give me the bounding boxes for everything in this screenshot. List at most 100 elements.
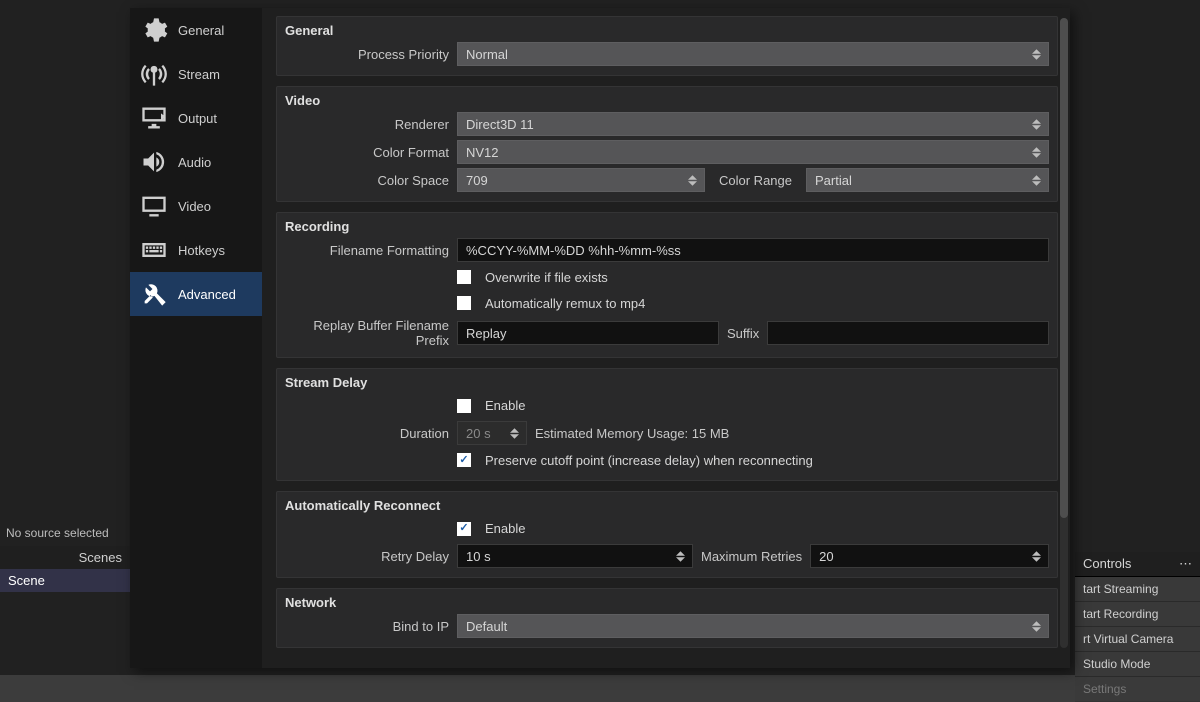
color-format-combo[interactable]: NV12	[457, 140, 1049, 164]
renderer-label: Renderer	[285, 117, 457, 132]
sidebar-item-general[interactable]: General	[130, 8, 262, 52]
max-retries-spinbox[interactable]: 20	[810, 544, 1049, 568]
monitor-icon	[140, 192, 168, 220]
sidebar-label: Hotkeys	[178, 243, 225, 258]
group-auto-reconnect: Automatically Reconnect Enable Retry Del…	[276, 491, 1058, 578]
controls-header-label: Controls	[1083, 556, 1131, 572]
remux-checkbox[interactable]: Automatically remux to mp4	[457, 296, 1049, 311]
group-title: Recording	[277, 213, 1057, 238]
settings-button[interactable]: Settings	[1075, 677, 1200, 702]
replay-suffix-input[interactable]	[767, 321, 1049, 345]
group-general: General Process Priority Normal	[276, 16, 1058, 76]
combo-value: 709	[466, 173, 488, 188]
bind-to-ip-label: Bind to IP	[285, 619, 457, 634]
checkbox-label: Preserve cutoff point (increase delay) w…	[485, 453, 813, 468]
updown-icon	[1032, 141, 1044, 163]
group-network: Network Bind to IP Default	[276, 588, 1058, 648]
color-space-combo[interactable]: 709	[457, 168, 705, 192]
memory-usage-label: Estimated Memory Usage: 15 MB	[535, 426, 729, 441]
spin-value: 20 s	[466, 426, 491, 441]
color-space-label: Color Space	[285, 173, 457, 188]
color-range-combo[interactable]: Partial	[806, 168, 1049, 192]
replay-prefix-label: Replay Buffer Filename Prefix	[285, 318, 457, 348]
scene-item[interactable]: Scene	[0, 569, 130, 592]
checkbox-icon	[457, 453, 471, 467]
checkbox-icon	[457, 270, 471, 284]
updown-icon	[1032, 545, 1044, 567]
filename-formatting-label: Filename Formatting	[285, 243, 457, 258]
no-source-label: No source selected	[0, 520, 130, 546]
sidebar-label: Stream	[178, 67, 220, 82]
start-recording-button[interactable]: tart Recording	[1075, 602, 1200, 627]
suffix-label: Suffix	[727, 326, 759, 341]
sidebar-item-video[interactable]: Video	[130, 184, 262, 228]
sidebar-label: Output	[178, 111, 217, 126]
updown-icon	[1032, 169, 1044, 191]
sidebar-item-hotkeys[interactable]: Hotkeys	[130, 228, 262, 272]
bind-to-ip-combo[interactable]: Default	[457, 614, 1049, 638]
studio-mode-button[interactable]: Studio Mode	[1075, 652, 1200, 677]
combo-value: Normal	[466, 47, 508, 62]
updown-icon	[676, 545, 688, 567]
group-title: Video	[277, 87, 1057, 112]
reconnect-enable-checkbox[interactable]: Enable	[457, 521, 1049, 536]
sidebar-label: Audio	[178, 155, 211, 170]
retry-delay-label: Retry Delay	[285, 549, 457, 564]
checkbox-icon	[457, 296, 471, 310]
sidebar-item-stream[interactable]: Stream	[130, 52, 262, 96]
checkbox-label: Automatically remux to mp4	[485, 296, 645, 311]
overwrite-checkbox[interactable]: Overwrite if file exists	[457, 270, 1049, 285]
max-retries-label: Maximum Retries	[701, 549, 802, 564]
duration-label: Duration	[285, 426, 457, 441]
combo-value: Direct3D 11	[466, 117, 534, 132]
combo-value: NV12	[466, 145, 499, 160]
combo-value: Default	[466, 619, 507, 634]
scrollbar[interactable]	[1060, 18, 1068, 648]
background-left-panel: No source selected Scenes Scene	[0, 520, 130, 592]
monitor-arrow-icon	[140, 104, 168, 132]
start-streaming-button[interactable]: tart Streaming	[1075, 577, 1200, 602]
updown-icon	[688, 169, 700, 191]
group-title: Network	[277, 589, 1057, 614]
antenna-icon	[140, 60, 168, 88]
process-priority-combo[interactable]: Normal	[457, 42, 1049, 66]
updown-icon	[510, 422, 522, 444]
combo-value: 20	[819, 549, 833, 564]
sidebar-label: Advanced	[178, 287, 236, 302]
start-virtual-camera-button[interactable]: rt Virtual Camera	[1075, 627, 1200, 652]
keyboard-icon	[140, 236, 168, 264]
sidebar-item-audio[interactable]: Audio	[130, 140, 262, 184]
group-title: Stream Delay	[277, 369, 1057, 394]
group-title: Automatically Reconnect	[277, 492, 1057, 517]
sidebar-item-advanced[interactable]: Advanced	[130, 272, 262, 316]
controls-menu-icon[interactable]: ⋯	[1179, 556, 1192, 572]
updown-icon	[1032, 113, 1044, 135]
preserve-cutoff-checkbox[interactable]: Preserve cutoff point (increase delay) w…	[457, 453, 1049, 468]
settings-dialog: General Stream Output Audio Video Hotkey…	[130, 8, 1070, 668]
scrollbar-thumb[interactable]	[1060, 18, 1068, 518]
sidebar-label: General	[178, 23, 224, 38]
scenes-header: Scenes	[0, 546, 130, 569]
gear-icon	[140, 16, 168, 44]
filename-formatting-input[interactable]: %CCYY-%MM-%DD %hh-%mm-%ss	[457, 238, 1049, 262]
text-value: %CCYY-%MM-%DD %hh-%mm-%ss	[466, 243, 681, 258]
renderer-combo[interactable]: Direct3D 11	[457, 112, 1049, 136]
checkbox-icon	[457, 522, 471, 536]
process-priority-label: Process Priority	[285, 47, 457, 62]
color-range-label: Color Range	[713, 173, 798, 188]
duration-spinbox[interactable]: 20 s	[457, 421, 527, 445]
group-title: General	[277, 17, 1057, 42]
retry-delay-spinbox[interactable]: 10 s	[457, 544, 693, 568]
sidebar-item-output[interactable]: Output	[130, 96, 262, 140]
checkbox-label: Enable	[485, 521, 525, 536]
replay-prefix-input[interactable]: Replay	[457, 321, 719, 345]
tools-icon	[140, 280, 168, 308]
settings-content: General Process Priority Normal Video Re…	[262, 8, 1070, 668]
updown-icon	[1032, 43, 1044, 65]
checkbox-icon	[457, 399, 471, 413]
group-stream-delay: Stream Delay Enable Duration 20 s Estima…	[276, 368, 1058, 481]
color-format-label: Color Format	[285, 145, 457, 160]
stream-delay-enable-checkbox[interactable]: Enable	[457, 398, 1049, 413]
group-video: Video Renderer Direct3D 11 Color Format …	[276, 86, 1058, 202]
combo-value: 10 s	[466, 549, 491, 564]
